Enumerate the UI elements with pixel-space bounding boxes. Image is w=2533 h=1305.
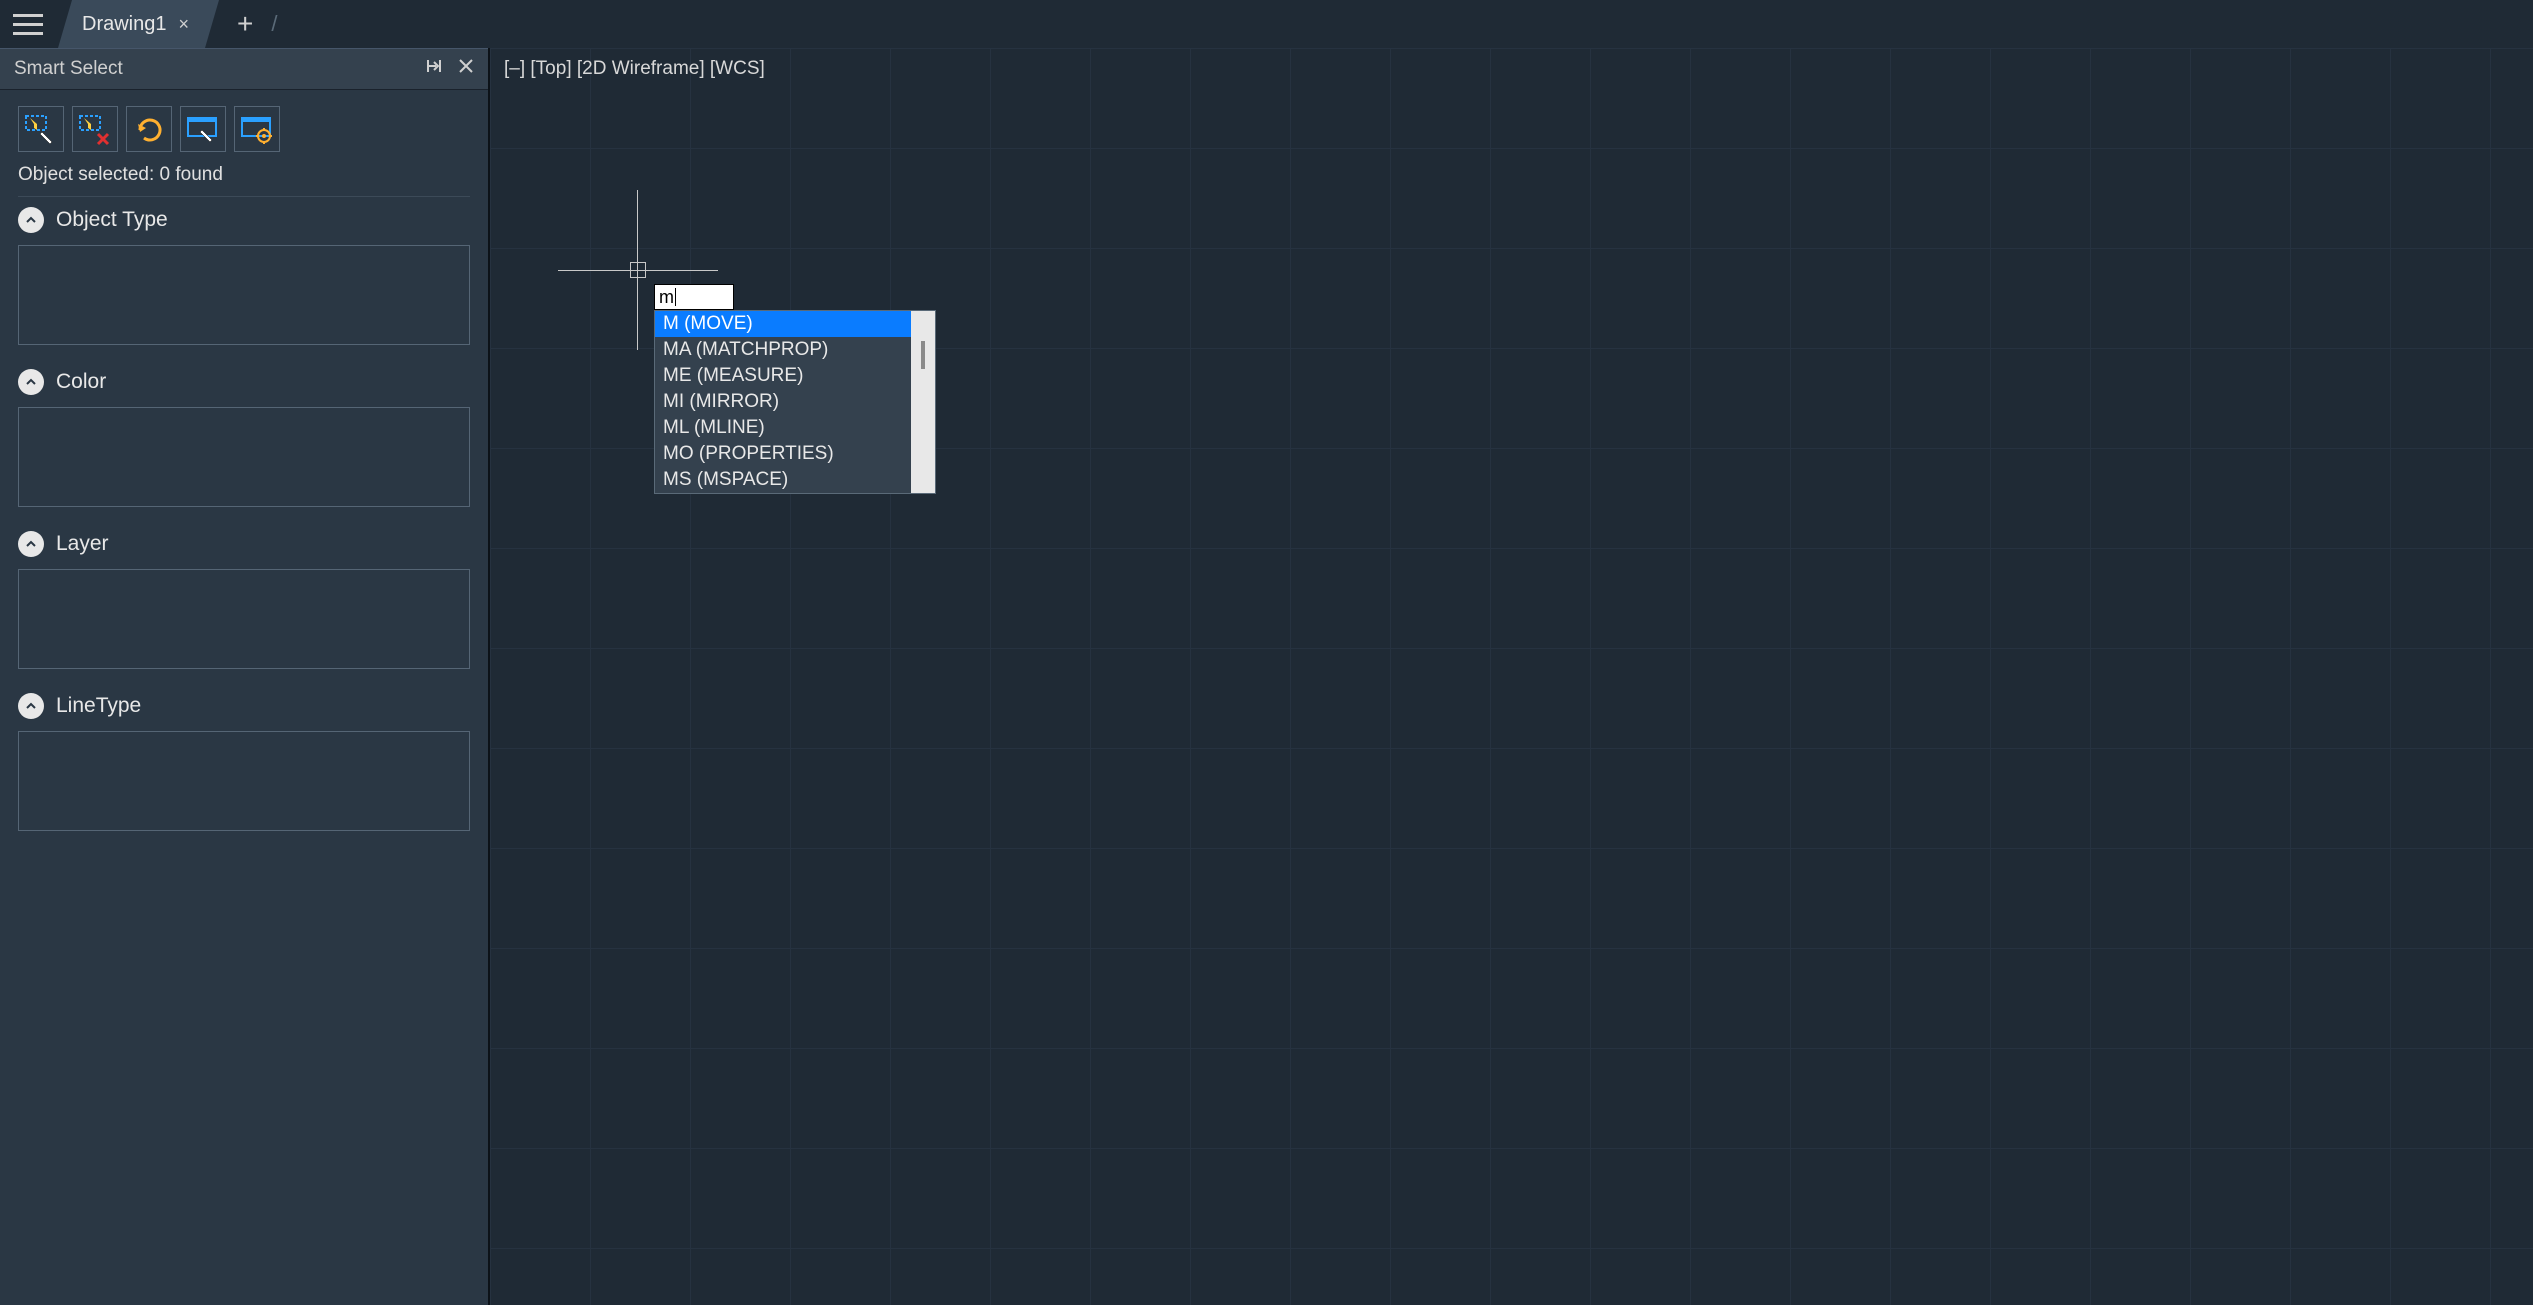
workspace: Smart Select [0, 48, 2533, 1305]
autocomplete-list: M (MOVE) MA (MATCHPROP) ME (MEASURE) MI … [655, 311, 911, 493]
close-icon[interactable] [458, 58, 474, 80]
section-header[interactable]: Object Type [18, 207, 470, 233]
section-object-type: Object Type [18, 207, 470, 345]
close-icon[interactable]: × [178, 14, 189, 35]
refresh-button[interactable] [126, 106, 172, 152]
section-header[interactable]: Layer [18, 531, 470, 557]
section-linetype: LineType [18, 693, 470, 831]
app-menu-button[interactable] [8, 4, 48, 44]
chevron-up-icon [18, 369, 44, 395]
filter-clear-button[interactable] [72, 106, 118, 152]
section-label: Layer [56, 532, 109, 556]
chevron-up-icon [18, 693, 44, 719]
autocomplete-scrollbar[interactable] [911, 311, 935, 493]
viewport-label[interactable]: [–] [Top] [2D Wireframe] [WCS] [504, 58, 765, 80]
pick-on-screen-button[interactable] [180, 106, 226, 152]
autocomplete-item[interactable]: ME (MEASURE) [655, 363, 911, 389]
command-input-value: m [659, 287, 674, 308]
chevron-up-icon [18, 207, 44, 233]
section-label: Object Type [56, 208, 168, 232]
panel-toolbar [18, 106, 470, 152]
section-label: LineType [56, 694, 141, 718]
layer-list[interactable] [18, 569, 470, 669]
tab-overflow-icon: / [271, 11, 277, 37]
hamburger-line-icon [13, 14, 43, 17]
autocomplete-item[interactable]: M (MOVE) [655, 311, 911, 337]
settings-button[interactable] [234, 106, 280, 152]
hamburger-line-icon [13, 23, 43, 26]
section-color: Color [18, 369, 470, 507]
section-header[interactable]: Color [18, 369, 470, 395]
drawing-canvas[interactable]: [–] [Top] [2D Wireframe] [WCS] m M (MOVE… [490, 48, 2533, 1305]
tab-bar: Drawing1 × + / [0, 0, 2533, 48]
object-type-list[interactable] [18, 245, 470, 345]
panel-body: Object selected: 0 found Object Type Col… [0, 90, 488, 863]
section-header[interactable]: LineType [18, 693, 470, 719]
autohide-icon[interactable] [426, 58, 444, 80]
document-tab-active[interactable]: Drawing1 × [58, 0, 219, 48]
autocomplete-item[interactable]: MA (MATCHPROP) [655, 337, 911, 363]
text-caret-icon [675, 288, 676, 306]
linetype-list[interactable] [18, 731, 470, 831]
tab-label: Drawing1 [82, 13, 166, 36]
command-autocomplete: M (MOVE) MA (MATCHPROP) ME (MEASURE) MI … [654, 310, 936, 494]
chevron-up-icon [18, 531, 44, 557]
section-label: Color [56, 370, 106, 394]
autocomplete-item[interactable]: MO (PROPERTIES) [655, 441, 911, 467]
autocomplete-item[interactable]: MS (MSPACE) [655, 467, 911, 493]
scrollbar-thumb-icon[interactable] [921, 341, 925, 369]
color-list[interactable] [18, 407, 470, 507]
filter-select-button[interactable] [18, 106, 64, 152]
crosshair-pickbox-icon [630, 262, 646, 278]
new-tab-button[interactable]: + [229, 8, 261, 40]
autocomplete-item[interactable]: ML (MLINE) [655, 415, 911, 441]
section-layer: Layer [18, 531, 470, 669]
panel-title: Smart Select [14, 58, 123, 80]
smart-select-panel: Smart Select [0, 48, 490, 1305]
autocomplete-item[interactable]: MI (MIRROR) [655, 389, 911, 415]
hamburger-line-icon [13, 32, 43, 35]
divider [18, 196, 470, 197]
panel-header: Smart Select [0, 48, 488, 90]
selection-status: Object selected: 0 found [18, 164, 470, 186]
command-input[interactable]: m [654, 284, 734, 310]
